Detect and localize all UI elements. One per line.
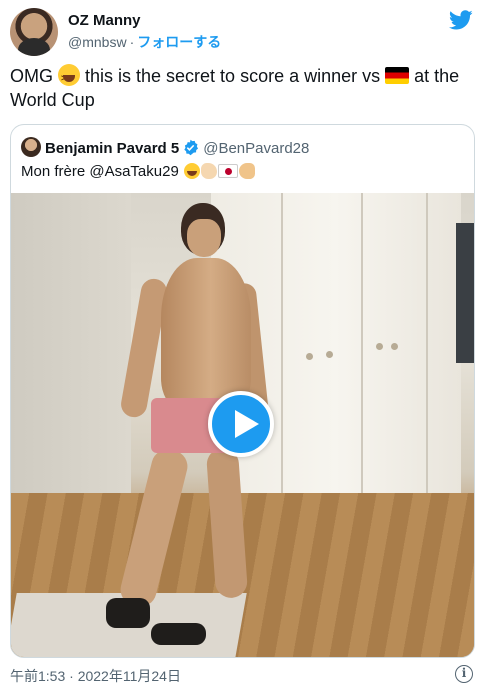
person-leg [205,447,249,599]
closet-knob [376,343,383,350]
quoted-tweet-header: Benjamin Pavard 5 @BenPavard28 [21,137,309,157]
closet-knob [306,353,313,360]
tweet-text-part-2: this is the secret to score a winner vs [80,66,386,86]
separator-dot: · [129,34,135,50]
person-leg [117,446,191,610]
person-shoe [151,623,206,645]
face-with-tears-of-joy-icon [183,163,200,179]
author-handle-row: @mnbsw · フォローする [68,32,221,52]
quoted-author-handle[interactable]: @BenPavard28 [203,140,309,157]
play-icon[interactable] [208,391,274,457]
tweet-text-part-1: OMG [10,66,58,86]
author-avatar[interactable] [10,8,58,56]
tweet-text: OMG this is the secret to score a winner… [10,64,475,112]
germany-flag-icon [385,67,410,84]
flexed-biceps-icon [238,163,255,179]
quoted-tweet-card[interactable]: Benjamin Pavard 5 @BenPavard28 Mon frère … [10,124,475,658]
verified-badge-icon [184,139,199,156]
closet-knob [391,343,398,350]
video-thumbnail[interactable] [11,193,474,657]
closet-knob [326,351,333,358]
quoted-tweet-text-row: Mon frère @AsaTaku29 [21,163,255,180]
clapping-hands-icon [200,163,217,179]
author-display-name[interactable]: OZ Manny [68,12,141,29]
person-torso [161,258,251,408]
info-icon[interactable]: i [455,665,473,683]
person-shoe [106,598,150,628]
follow-button[interactable]: フォローする [137,34,221,50]
quoted-author-name[interactable]: Benjamin Pavard 5 [45,140,179,157]
video-scene-wall [11,193,131,493]
quoted-tweet-text: Mon frère @AsaTaku29 [21,163,183,180]
grinning-squinting-face-icon [58,64,80,90]
author-handle[interactable]: @mnbsw [68,34,127,50]
tweet-timestamp[interactable]: 午前1:53 · 2022年11月24日 [10,666,181,686]
tweet-header: OZ Manny @mnbsw · フォローする [10,8,475,58]
video-scene-window [456,223,474,363]
twitter-bird-icon[interactable] [449,8,473,32]
japan-flag-icon [217,164,238,178]
person-face [187,219,221,257]
quoted-author-avatar[interactable] [21,137,41,157]
